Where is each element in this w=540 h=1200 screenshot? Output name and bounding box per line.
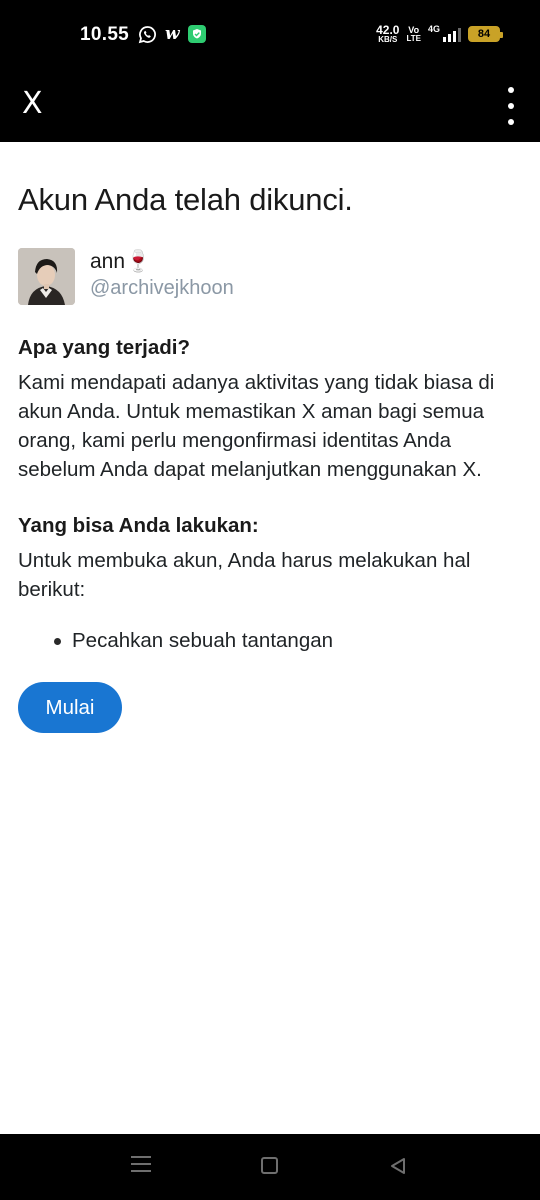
status-bar: 10.55 w 42.0 KB/S Vo LTE 4G 84: [0, 0, 540, 72]
app-bar: X: [0, 72, 540, 142]
home-icon[interactable]: [261, 1157, 278, 1174]
more-dot: [508, 103, 514, 109]
back-icon[interactable]: [388, 1156, 408, 1176]
navigation-bar: [0, 1134, 540, 1200]
more-vertical-icon: [508, 87, 514, 93]
volte-bottom: LTE: [406, 33, 421, 43]
battery-icon: 84: [468, 26, 503, 42]
more-dot: [508, 119, 514, 125]
section-heading-what-to-do: Yang bisa Anda lakukan:: [18, 514, 259, 537]
list-item: Pecahkan sebuah tantangan: [54, 628, 522, 654]
network-speed: 42.0 KB/S: [376, 24, 399, 44]
network-type: 4G: [427, 24, 440, 34]
recent-apps-icon[interactable]: [131, 1154, 151, 1174]
avatar: [18, 248, 75, 305]
battery-level: 84: [477, 28, 491, 40]
whatsapp-icon: [138, 25, 157, 44]
profile-card: ann🍷 @archivejkhoon: [18, 248, 522, 306]
network-speed-unit: KB/S: [378, 35, 398, 44]
w-app-icon: w: [165, 24, 180, 44]
steps-list: Pecahkan sebuah tantangan: [18, 628, 522, 654]
section-body-what-to-do: Untuk membuka akun, Anda harus melakukan…: [18, 549, 471, 601]
screen: 10.55 w 42.0 KB/S Vo LTE 4G 84 X Akun An…: [0, 0, 540, 1200]
main-content: Akun Anda telah dikunci. ann🍷 @archivejk…: [18, 142, 522, 733]
shield-vpn-icon: [187, 25, 206, 43]
start-button[interactable]: Mulai: [18, 682, 122, 733]
status-indicators: 42.0 KB/S Vo LTE 4G 84: [376, 24, 503, 44]
profile-handle: @archivejkhoon: [90, 277, 234, 299]
app-title: X: [22, 86, 43, 121]
notification-icons: w: [138, 24, 206, 44]
section-body-what-happened: Kami mendapati adanya aktivitas yang tid…: [18, 371, 495, 481]
section-heading-what-happened: Apa yang terjadi?: [18, 336, 191, 359]
profile-name: ann🍷: [90, 250, 152, 273]
page-title: Akun Anda telah dikunci.: [18, 182, 353, 217]
more-options-button[interactable]: [504, 86, 518, 126]
signal-icon: [443, 26, 461, 42]
status-time: 10.55: [80, 24, 130, 45]
volte-indicator: Vo LTE: [406, 25, 421, 43]
